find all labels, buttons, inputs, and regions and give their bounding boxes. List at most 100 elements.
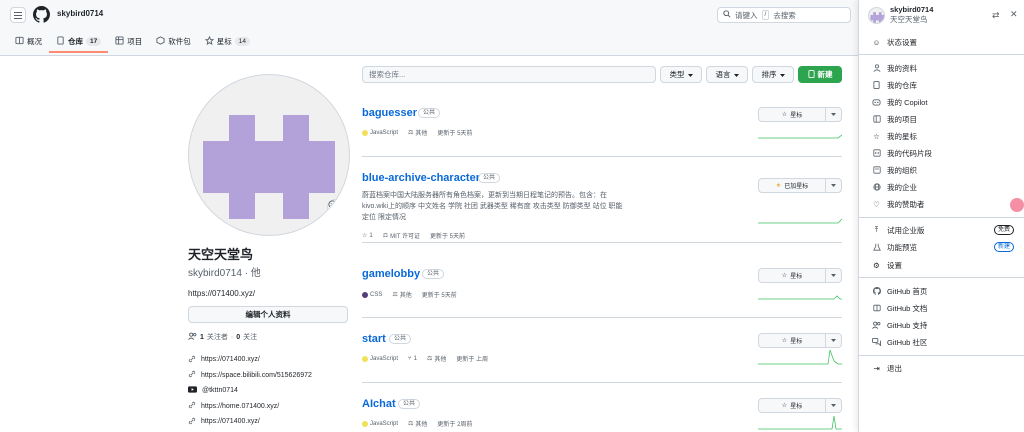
visibility-badge: 公共	[478, 173, 501, 183]
profile-link-text[interactable]: https://space.bilibili.com/515626972	[201, 372, 312, 379]
header-owner-name[interactable]: skybird0714	[57, 9, 103, 18]
github-logo-icon[interactable]	[33, 6, 51, 23]
activity-sparkline	[758, 349, 842, 365]
star-list-dropdown[interactable]	[826, 334, 841, 347]
github-profile-page: skybird0714 请键入 / 去搜索 概况 仓库 17 项目 软件包 星标…	[0, 0, 1024, 432]
repo-name-link[interactable]: gamelobby	[362, 268, 420, 280]
starred-button[interactable]: ★ 已加星标	[758, 178, 842, 193]
star-button-main[interactable]: ★ 已加星标	[759, 179, 826, 192]
upload-icon: ⤒	[874, 225, 879, 234]
language-label: JavaScript	[370, 420, 399, 427]
profile-sidebar: 天空天堂鸟 skybird0714 · 他 https://071400.xyz…	[188, 74, 350, 430]
star-button[interactable]: ☆ 星标	[758, 398, 842, 413]
menu-item-gists[interactable]: 我的代码片段	[872, 147, 1018, 159]
avatar[interactable]	[188, 74, 350, 236]
star-list-dropdown[interactable]	[826, 179, 841, 192]
star-button-main[interactable]: ☆ 星标	[759, 108, 826, 121]
profile-link-text[interactable]: https://home.071400.xyz/	[201, 403, 279, 410]
menu-item-sign-out[interactable]: ⇥ 退出	[872, 362, 1018, 374]
menu-item-label: 我的项目	[887, 114, 917, 124]
star-button-main[interactable]: ☆ 星标	[759, 399, 826, 412]
menu-item-profile[interactable]: 我的资料	[872, 62, 1018, 74]
fork-icon: ⑂	[408, 355, 412, 362]
repo-name-link[interactable]: blue-archive-character	[362, 172, 480, 184]
tab-repositories[interactable]: 仓库 17	[49, 33, 109, 53]
followers-count[interactable]: 1	[200, 334, 204, 341]
repo-name-link[interactable]: baguesser	[362, 107, 417, 119]
switch-account-icon[interactable]: ⇄	[992, 10, 1000, 21]
global-search-input[interactable]: 请键入 / 去搜索	[717, 7, 851, 23]
star-button[interactable]: ☆ 星标	[758, 268, 842, 283]
language-filter-button[interactable]: 语言	[706, 66, 748, 83]
menu-item-label: GitHub 支持	[887, 320, 928, 330]
profile-link-text[interactable]: @tkttn0714	[202, 387, 238, 394]
star-list-dropdown[interactable]	[826, 269, 841, 282]
edit-profile-button[interactable]: 编辑个人资料	[188, 306, 348, 323]
following-count[interactable]: 0	[236, 334, 240, 341]
star-list-dropdown[interactable]	[826, 108, 841, 121]
following-label[interactable]: 关注	[243, 332, 257, 342]
menu-item-stars[interactable]: ☆ 我的星标	[872, 130, 1018, 142]
tab-packages[interactable]: 软件包	[149, 33, 198, 49]
profile-link-item[interactable]: https://071400.xyz/	[188, 414, 350, 430]
smiley-icon[interactable]	[327, 199, 344, 216]
close-icon[interactable]: ✕	[1010, 9, 1018, 20]
profile-link-text[interactable]: https://071400.xyz/	[201, 418, 260, 425]
menu-item-status[interactable]: ☺ 状态设置	[872, 36, 1018, 48]
menu-divider	[859, 355, 1024, 356]
repo-name-link[interactable]: start	[362, 333, 386, 345]
caret-down-icon	[687, 70, 693, 79]
star-button-main[interactable]: ☆ 星标	[759, 334, 826, 347]
new-repo-button[interactable]: 新建	[798, 66, 842, 83]
menu-item-organizations[interactable]: 我的组织	[872, 164, 1018, 176]
repo-license[interactable]: ⚖ MIT 许可证	[383, 231, 420, 240]
star-icon: ☆	[781, 273, 788, 279]
menu-item-repositories[interactable]: 我的仓库	[872, 79, 1018, 91]
profile-link-item[interactable]: https://space.bilibili.com/515626972	[188, 368, 350, 384]
repo-search-input[interactable]: 搜索仓库...	[362, 66, 656, 83]
youtube-icon	[188, 386, 197, 395]
tab-count-badge: 17	[86, 36, 102, 46]
menu-item-settings[interactable]: ⚙ 设置	[872, 259, 1018, 271]
repo-license[interactable]: ⚖ 其他	[392, 290, 411, 299]
repo-forks[interactable]: ⑂ 1	[408, 356, 417, 362]
menu-item-github-docs[interactable]: GitHub 文档	[872, 302, 1018, 314]
star-icon: ☆	[781, 112, 788, 118]
star-button-main[interactable]: ☆ 星标	[759, 269, 826, 282]
floating-assistant-icon[interactable]	[1010, 198, 1024, 212]
menu-divider	[859, 277, 1024, 278]
tab-overview[interactable]: 概况	[8, 33, 49, 49]
profile-link-text[interactable]: https://071400.xyz/	[201, 356, 260, 363]
menu-item-github-support[interactable]: GitHub 支持	[872, 319, 1018, 331]
hamburger-menu-icon[interactable]	[10, 7, 26, 23]
menu-item-github-community[interactable]: GitHub 社区	[872, 336, 1018, 348]
profile-bio: https://071400.xyz/	[188, 289, 256, 298]
menu-item-github-home[interactable]: GitHub 首页	[872, 285, 1018, 297]
menu-item-label: 我的代码片段	[887, 148, 932, 158]
profile-link-item[interactable]: https://071400.xyz/	[188, 352, 350, 368]
repo-license[interactable]: ⚖ 其他	[427, 354, 446, 363]
type-filter-button[interactable]: 类型	[660, 66, 702, 83]
profile-link-item[interactable]: @tkttn0714	[188, 383, 350, 399]
menu-item-copilot[interactable]: 我的 Copilot	[872, 96, 1018, 108]
star-button[interactable]: ☆ 星标	[758, 333, 842, 348]
star-button[interactable]: ☆ 星标	[758, 107, 842, 122]
sort-button[interactable]: 排序	[752, 66, 794, 83]
menu-item-try-enterprise[interactable]: ⤒ 试用企业版 免费	[872, 224, 1018, 236]
scale-icon: ⚖	[408, 130, 414, 136]
repo-license[interactable]: ⚖ 其他	[408, 128, 427, 137]
followers-label[interactable]: 关注者	[207, 332, 228, 342]
star-icon: ☆	[873, 131, 880, 141]
repo-stars[interactable]: ☆ 1	[362, 232, 373, 240]
menu-item-sponsors[interactable]: ♡ 我的赞助者	[872, 198, 1018, 210]
menu-item-projects[interactable]: 我的项目	[872, 113, 1018, 125]
menu-item-enterprises[interactable]: 我的企业	[872, 181, 1018, 193]
menu-item-feature-preview[interactable]: 功能预览 新建	[872, 241, 1018, 253]
tab-projects[interactable]: 项目	[108, 33, 149, 49]
profile-link-item[interactable]: https://home.071400.xyz/	[188, 399, 350, 415]
repo-license[interactable]: ⚖ 其他	[408, 419, 427, 428]
star-list-dropdown[interactable]	[826, 399, 841, 412]
repo-name-link[interactable]: AIchat	[362, 398, 396, 410]
tab-stars[interactable]: 星标 14	[198, 33, 257, 49]
tab-label: 概况	[27, 36, 42, 46]
